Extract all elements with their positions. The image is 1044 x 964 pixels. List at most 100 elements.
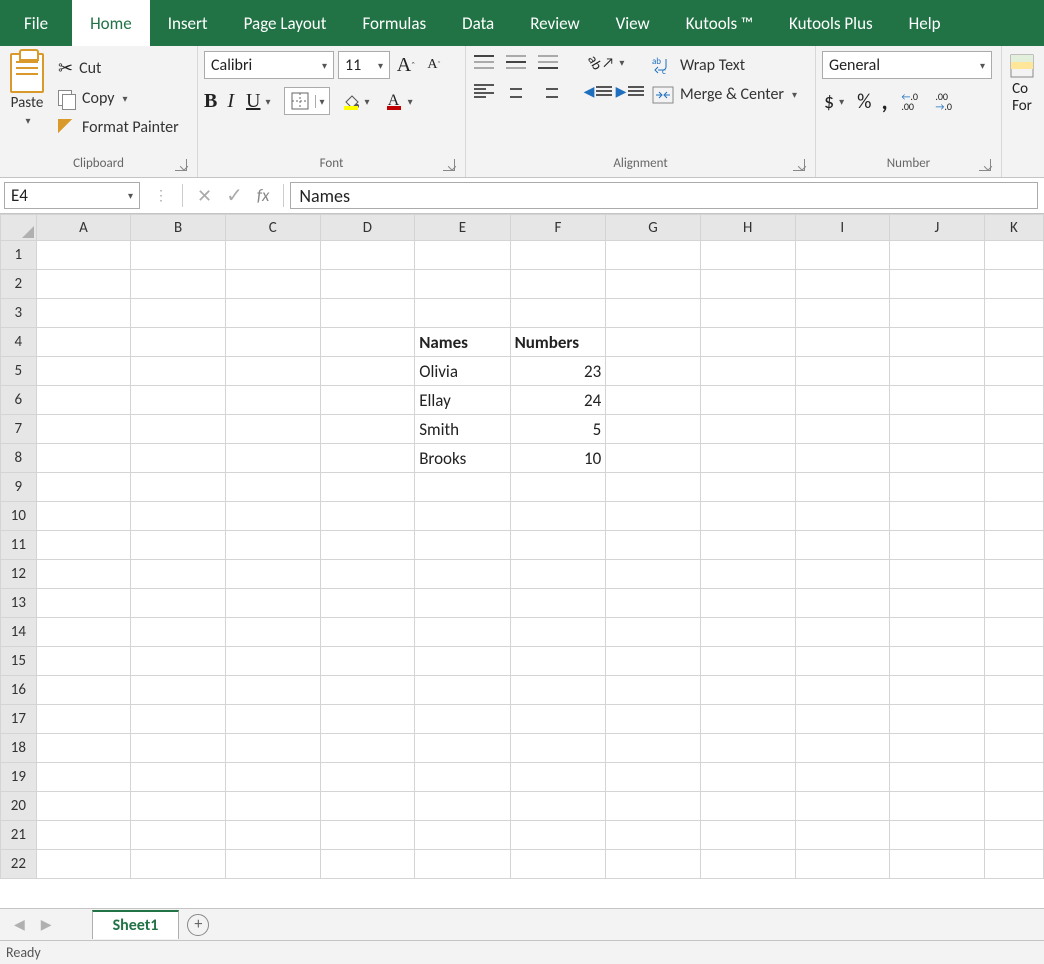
row-header-14[interactable]: 14	[1, 618, 37, 647]
cell-A15[interactable]	[36, 647, 131, 676]
cell-D6[interactable]	[320, 386, 415, 415]
cell-D15[interactable]	[320, 647, 415, 676]
cell-G17[interactable]	[606, 705, 701, 734]
cell-K8[interactable]	[984, 444, 1043, 473]
cell-C15[interactable]	[225, 647, 320, 676]
cell-B10[interactable]	[131, 502, 226, 531]
cell-C10[interactable]	[225, 502, 320, 531]
cell-K15[interactable]	[984, 647, 1043, 676]
cell-B11[interactable]	[131, 531, 226, 560]
row-header-17[interactable]: 17	[1, 705, 37, 734]
tab-data[interactable]: Data	[444, 0, 512, 46]
cell-F6[interactable]: 24	[510, 386, 606, 415]
cell-K21[interactable]	[984, 821, 1043, 850]
cell-E10[interactable]	[415, 502, 510, 531]
cell-H7[interactable]	[700, 415, 795, 444]
cell-H10[interactable]	[700, 502, 795, 531]
cell-E22[interactable]	[415, 850, 510, 879]
cell-J19[interactable]	[890, 763, 985, 792]
cell-H6[interactable]	[700, 386, 795, 415]
cell-I8[interactable]	[795, 444, 890, 473]
cell-K7[interactable]	[984, 415, 1043, 444]
italic-button[interactable]: I	[227, 90, 234, 113]
cell-F5[interactable]: 23	[510, 357, 606, 386]
cell-F12[interactable]	[510, 560, 606, 589]
shrink-font-button[interactable]: Aˇ	[422, 55, 446, 75]
cell-K9[interactable]	[984, 473, 1043, 502]
cell-B5[interactable]	[131, 357, 226, 386]
align-right-button[interactable]	[536, 81, 560, 101]
row-header-4[interactable]: 4	[1, 328, 37, 357]
increase-indent-button[interactable]: ▶	[618, 81, 642, 101]
fill-color-button[interactable]: ▾	[340, 90, 373, 112]
cell-K13[interactable]	[984, 589, 1043, 618]
cell-K4[interactable]	[984, 328, 1043, 357]
column-header-C[interactable]: C	[225, 215, 320, 241]
decrease-indent-button[interactable]: ◀	[586, 81, 610, 101]
cell-J21[interactable]	[890, 821, 985, 850]
align-left-button[interactable]	[472, 81, 496, 101]
comma-style-button[interactable]: ,	[881, 87, 887, 116]
cell-I16[interactable]	[795, 676, 890, 705]
cell-G15[interactable]	[606, 647, 701, 676]
cell-D9[interactable]	[320, 473, 415, 502]
cell-C21[interactable]	[225, 821, 320, 850]
cell-E20[interactable]	[415, 792, 510, 821]
row-header-16[interactable]: 16	[1, 676, 37, 705]
cell-A12[interactable]	[36, 560, 131, 589]
conditional-formatting-button[interactable]: CoFor	[1005, 51, 1039, 116]
cell-F11[interactable]	[510, 531, 606, 560]
cell-G7[interactable]	[606, 415, 701, 444]
cell-A22[interactable]	[36, 850, 131, 879]
cell-A7[interactable]	[36, 415, 131, 444]
cell-H19[interactable]	[700, 763, 795, 792]
cell-J4[interactable]	[890, 328, 985, 357]
cell-K16[interactable]	[984, 676, 1043, 705]
cell-B2[interactable]	[131, 270, 226, 299]
cell-H9[interactable]	[700, 473, 795, 502]
cell-I14[interactable]	[795, 618, 890, 647]
cell-D2[interactable]	[320, 270, 415, 299]
cell-J11[interactable]	[890, 531, 985, 560]
tab-home[interactable]: Home	[72, 0, 150, 46]
cell-K1[interactable]	[984, 241, 1043, 270]
cell-A2[interactable]	[36, 270, 131, 299]
cell-A5[interactable]	[36, 357, 131, 386]
cell-C8[interactable]	[225, 444, 320, 473]
cell-G9[interactable]	[606, 473, 701, 502]
orientation-button[interactable]: ab↗▾	[586, 51, 627, 73]
cell-G3[interactable]	[606, 299, 701, 328]
cell-A4[interactable]	[36, 328, 131, 357]
cell-B16[interactable]	[131, 676, 226, 705]
cell-C12[interactable]	[225, 560, 320, 589]
row-header-10[interactable]: 10	[1, 502, 37, 531]
cell-I7[interactable]	[795, 415, 890, 444]
grow-font-button[interactable]: Aˆ	[394, 55, 418, 75]
tab-formulas[interactable]: Formulas	[344, 0, 444, 46]
tab-review[interactable]: Review	[512, 0, 597, 46]
cell-C20[interactable]	[225, 792, 320, 821]
cell-I4[interactable]	[795, 328, 890, 357]
cell-E6[interactable]: Ellay	[415, 386, 510, 415]
cell-D3[interactable]	[320, 299, 415, 328]
align-top-button[interactable]	[472, 52, 496, 72]
sheet-tab-sheet1[interactable]: Sheet1	[92, 910, 180, 939]
cell-B15[interactable]	[131, 647, 226, 676]
cell-B4[interactable]	[131, 328, 226, 357]
column-header-G[interactable]: G	[606, 215, 701, 241]
cell-D13[interactable]	[320, 589, 415, 618]
cell-H1[interactable]	[700, 241, 795, 270]
cell-E3[interactable]	[415, 299, 510, 328]
cell-D22[interactable]	[320, 850, 415, 879]
row-header-6[interactable]: 6	[1, 386, 37, 415]
cell-C17[interactable]	[225, 705, 320, 734]
cell-C13[interactable]	[225, 589, 320, 618]
cell-I17[interactable]	[795, 705, 890, 734]
cell-B18[interactable]	[131, 734, 226, 763]
cell-F4[interactable]: Numbers	[510, 328, 606, 357]
tab-view[interactable]: View	[598, 0, 668, 46]
cell-H3[interactable]	[700, 299, 795, 328]
chevron-down-icon[interactable]: ▾	[362, 95, 373, 108]
cell-D21[interactable]	[320, 821, 415, 850]
cell-F21[interactable]	[510, 821, 606, 850]
